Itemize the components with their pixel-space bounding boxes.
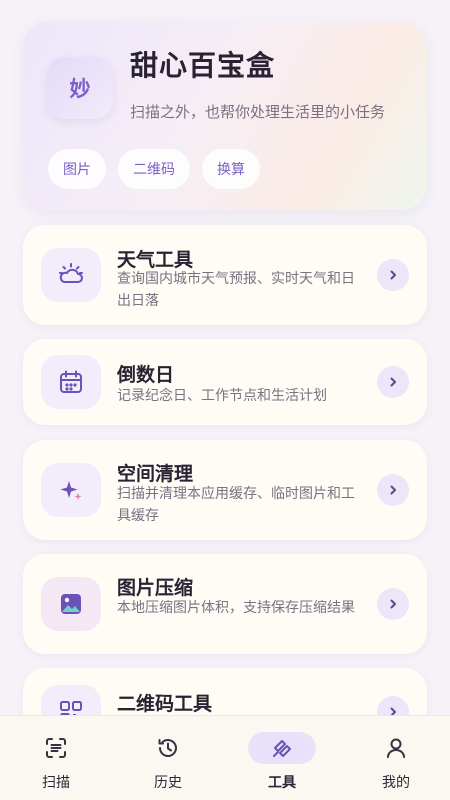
sun-cloud-icon <box>59 263 83 283</box>
chip-convert[interactable]: 换算 <box>202 149 260 189</box>
tool-icon-box <box>41 248 101 302</box>
tool-desc: 扫描并清理本应用缓存、临时图片和工具缓存 <box>117 486 355 524</box>
nav-label: 工具 <box>268 775 296 791</box>
tool-icon-box <box>41 355 101 409</box>
chip-image[interactable]: 图片 <box>48 149 106 189</box>
history-icon <box>134 732 202 764</box>
tool-title: 空间清理 <box>117 463 194 485</box>
profile-icon <box>362 732 430 764</box>
chip-qrcode[interactable]: 二维码 <box>118 149 190 189</box>
nav-item-scan[interactable]: 扫描 <box>0 716 112 800</box>
chevron-right-icon[interactable] <box>377 366 409 398</box>
tool-icon-box <box>41 463 101 517</box>
app-avatar: 妙 <box>47 57 113 119</box>
tool-title: 二维码工具 <box>117 693 213 715</box>
calendar-icon <box>60 370 82 393</box>
tool-icon-box <box>41 577 101 631</box>
tool-card-image-compress[interactable]: 图片压缩 本地压缩图片体积，支持保存压缩结果 <box>23 554 427 654</box>
tool-card-weather[interactable]: 天气工具 查询国内城市天气预报、实时天气和日出日落 <box>23 225 427 325</box>
chevron-right-icon[interactable] <box>377 588 409 620</box>
hero-subtitle: 扫描之外，也帮你处理生活里的小任务 <box>130 103 386 121</box>
tool-desc: 本地压缩图片体积，支持保存压缩结果 <box>117 600 355 616</box>
nav-label: 历史 <box>154 775 182 791</box>
nav-item-history[interactable]: 历史 <box>112 716 224 800</box>
nav-label: 我的 <box>382 775 410 791</box>
chevron-right-icon[interactable] <box>377 474 409 506</box>
bottom-nav: 扫描 历史 工具 我的 <box>0 715 450 800</box>
tool-desc: 记录纪念日、工作节点和生活计划 <box>117 388 327 404</box>
tool-title: 倒数日 <box>117 364 175 386</box>
sparkle-icon <box>60 481 82 500</box>
nav-item-profile[interactable]: 我的 <box>340 716 450 800</box>
tools-page: 妙 甜心百宝盒 扫描之外，也帮你处理生活里的小任务 图片 二维码 换算 天气工具… <box>0 0 450 800</box>
tool-card-countdown[interactable]: 倒数日 记录纪念日、工作节点和生活计划 <box>23 339 427 425</box>
nav-item-tools[interactable]: 工具 <box>226 716 338 800</box>
tools-icon <box>248 732 316 764</box>
chevron-right-icon[interactable] <box>377 259 409 291</box>
tool-card-cleanup[interactable]: 空间清理 扫描并清理本应用缓存、临时图片和工具缓存 <box>23 440 427 540</box>
scan-icon <box>22 732 90 764</box>
image-icon <box>61 594 81 614</box>
tool-title: 图片压缩 <box>117 577 194 599</box>
hero-card: 妙 甜心百宝盒 扫描之外，也帮你处理生活里的小任务 图片 二维码 换算 <box>23 21 427 210</box>
nav-label: 扫描 <box>42 775 70 791</box>
quick-chips: 图片 二维码 换算 <box>48 149 260 189</box>
tool-desc: 查询国内城市天气预报、实时天气和日出日落 <box>117 271 355 309</box>
hero-title: 甜心百宝盒 <box>130 49 276 82</box>
